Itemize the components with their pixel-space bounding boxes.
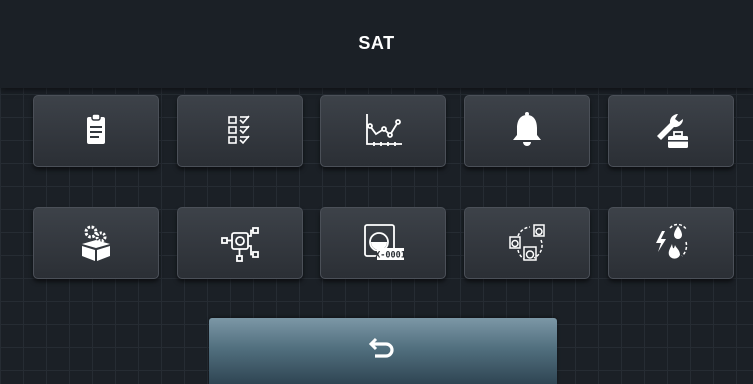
return-arrow-icon (368, 337, 394, 358)
clipboard-icon (87, 113, 105, 144)
line-chart-icon (366, 114, 402, 146)
wrench-toolbox-icon (657, 113, 688, 148)
back-button[interactable] (209, 318, 557, 384)
page-title: SAT (358, 33, 395, 53)
network-button[interactable] (177, 207, 303, 279)
lightning-water-fire-icon (656, 223, 688, 259)
header-bar: SAT (0, 0, 753, 88)
network-nodes-icon (221, 227, 259, 262)
bell-icon (513, 112, 541, 146)
checklist-icon (228, 115, 250, 145)
utilities-button[interactable] (608, 207, 734, 279)
open-box-gears-icon (82, 225, 110, 261)
machine-group-button[interactable] (464, 207, 590, 279)
clipboard-button[interactable] (33, 95, 159, 167)
maintenance-button[interactable] (608, 95, 734, 167)
alarms-button[interactable] (464, 95, 590, 167)
statistics-button[interactable] (320, 95, 446, 167)
washer-group-icon (509, 224, 545, 261)
washer-serial-icon: X-0001 (364, 224, 406, 261)
checklist-button[interactable] (177, 95, 303, 167)
configuration-button[interactable] (33, 207, 159, 279)
serial-label: X-0001 (375, 251, 406, 261)
serial-number-button[interactable]: X-0001 (320, 207, 446, 279)
